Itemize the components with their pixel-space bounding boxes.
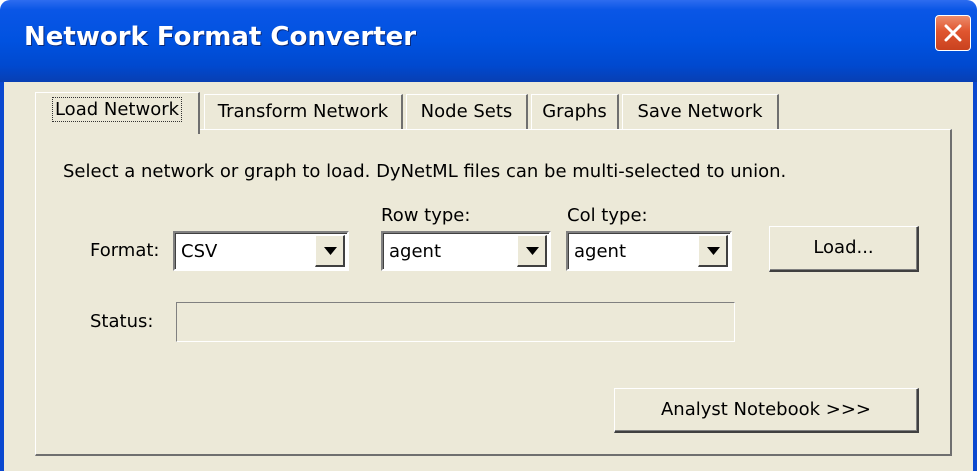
col-type-select[interactable]: agent [566,231,732,271]
format-value: CSV [181,241,218,262]
status-label: Status: [90,311,154,332]
tab-load-network[interactable]: Load Network [35,92,200,134]
window-title: Network Format Converter [24,22,417,52]
chevron-down-icon [707,247,720,255]
close-icon [944,24,962,42]
tab-transform-network[interactable]: Transform Network [204,94,403,131]
chevron-down-icon [324,247,337,255]
network-format-converter-window: Network Format Converter Load Network Tr… [0,0,977,471]
chevron-down-icon [526,247,539,255]
format-dropdown-button[interactable] [315,235,345,267]
row-type-select[interactable]: agent [381,231,551,271]
tab-node-sets[interactable]: Node Sets [406,94,528,131]
row-type-value: agent [389,241,441,262]
analyst-notebook-button[interactable]: Analyst Notebook >>> [614,388,919,433]
col-type-label: Col type: [567,205,648,226]
format-label: Format: [90,240,160,261]
load-button[interactable]: Load... [769,226,919,272]
col-type-dropdown-button[interactable] [698,235,728,267]
close-button[interactable] [935,15,971,51]
tab-graphs[interactable]: Graphs [531,94,619,131]
row-type-dropdown-button[interactable] [517,235,547,267]
row-type-label: Row type: [381,205,471,226]
status-field [176,302,735,342]
tab-save-network[interactable]: Save Network [622,94,779,131]
title-bar[interactable]: Network Format Converter [0,0,977,82]
col-type-value: agent [574,241,626,262]
instructions-text: Select a network or graph to load. DyNet… [63,161,787,182]
format-select[interactable]: CSV [173,231,349,271]
